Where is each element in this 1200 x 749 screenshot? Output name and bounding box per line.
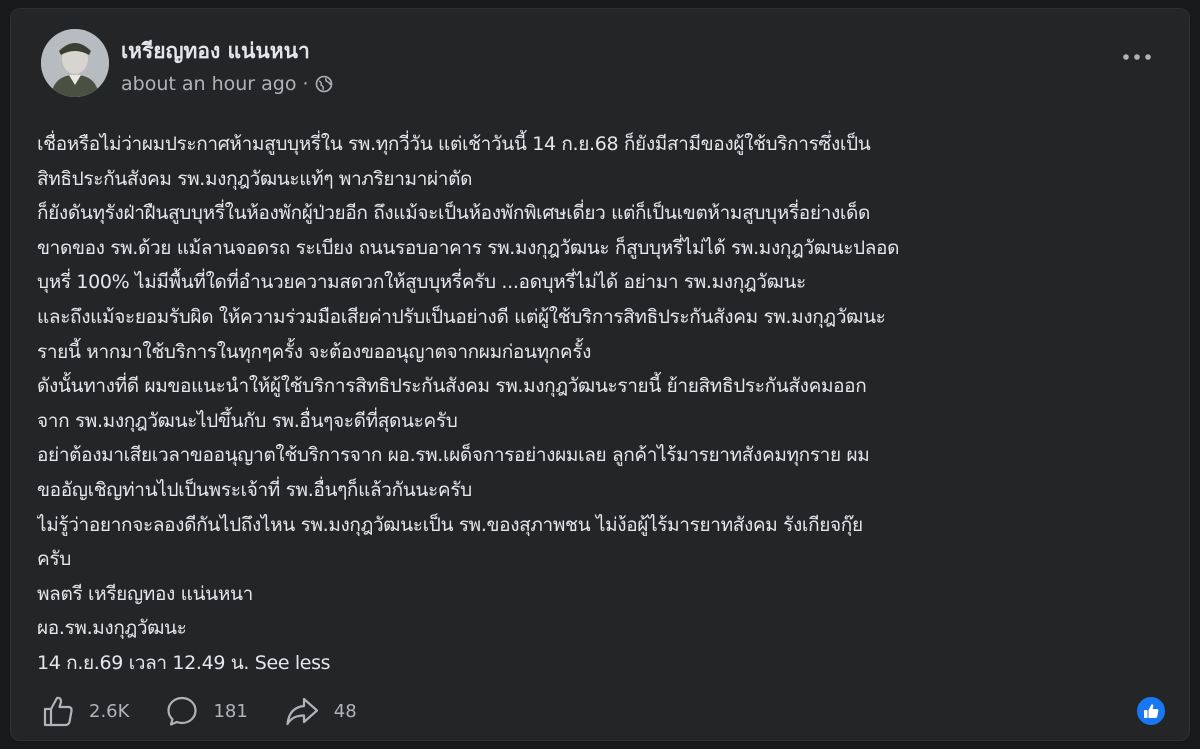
post-line: อย่าต้องมาเสียเวลาขออนุญาตใช้บริการจาก ผ… — [37, 444, 870, 467]
post-line: จาก รพ.มงกุฎวัฒนะไปขึ้นกับ รพ.อื่นๆจะดีท… — [37, 409, 458, 432]
post-line: พลตรี เหรียญทอง แน่นหนา — [37, 582, 253, 605]
comment-bubble-icon — [167, 696, 198, 726]
post-line: สิทธิประกันสังคม รพ.มงกุฎวัฒนะแท้ๆ พาภริ… — [37, 167, 473, 190]
like-reaction-badge[interactable] — [1135, 695, 1167, 727]
more-options-button[interactable] — [1121, 47, 1153, 67]
share-arrow-icon — [286, 697, 318, 726]
post-timestamp[interactable]: about an hour ago — [121, 73, 296, 95]
post-card: เหรียญทอง แน่นหนา about an hour ago · เช… — [10, 8, 1190, 741]
post-line: และถึงแม้จะยอมรับผิด ให้ความร่วมมือเสียค… — [37, 305, 886, 328]
meta-separator: · — [302, 73, 309, 95]
globe-icon — [315, 75, 333, 93]
comment-button[interactable]: 181 — [165, 694, 248, 728]
avatar-portrait-icon — [41, 29, 109, 97]
post-date-line: 14 ก.ย.69 เวลา 12.49 น. — [37, 651, 250, 674]
post-line: ดังนั้นทางที่ดี ผมขอแนะนำให้ผู้ใช้บริการ… — [37, 375, 867, 398]
post-line: ไม่รู้ว่าอยากจะลองดีกันไปถึงไหน รพ.มงกุฎ… — [37, 513, 863, 536]
post-line: ขออัญเชิญท่านไปเป็นพระเจ้าที่ รพ.อื่นๆก็… — [37, 478, 472, 501]
post-line: ก็ยังดันทุรังฝ่าฝืนสูบบุหรี่ในห้องพักผู้… — [37, 202, 871, 225]
post-meta: about an hour ago · — [121, 73, 333, 95]
avatar[interactable] — [41, 29, 109, 97]
post-line: บุหรี่ 100% ไม่มีพื้นที่ใดที่อำนวยความสด… — [37, 271, 806, 294]
post-line: รายนี้ หากมาใช้บริการในทุกๆครั้ง จะต้องข… — [37, 340, 592, 363]
post-last-line: 14 ก.ย.69 เวลา 12.49 น. See less — [37, 646, 1177, 681]
post-line: ขาดของ รพ.ด้วย แม้ลานจอดรถ ระเบียง ถนนรอ… — [37, 236, 900, 259]
thumbs-up-icon — [43, 696, 73, 727]
comment-count: 181 — [213, 700, 248, 722]
like-button[interactable]: 2.6K — [41, 694, 129, 728]
like-count: 2.6K — [89, 700, 130, 722]
like-reaction-icon — [1144, 704, 1159, 718]
post-body: เชื่อหรือไม่ว่าผมประกาศห้ามสูบบุหรี่ใน ร… — [37, 127, 1177, 681]
share-button[interactable]: 48 — [284, 694, 357, 728]
more-dots-icon — [1123, 54, 1151, 60]
action-bar: 2.6K 181 48 — [41, 691, 393, 731]
share-count: 48 — [333, 700, 357, 722]
post-line: เชื่อหรือไม่ว่าผมประกาศห้ามสูบบุหรี่ใน ร… — [37, 133, 871, 155]
see-less-link[interactable]: See less — [255, 652, 331, 674]
post-line: ผอ.รพ.มงกุฎวัฒนะ — [37, 617, 187, 640]
author-name[interactable]: เหรียญทอง แน่นหนา — [121, 35, 310, 68]
post-line: ครับ — [37, 548, 71, 571]
screenshot-frame: เหรียญทอง แน่นหนา about an hour ago · เช… — [0, 0, 1200, 749]
